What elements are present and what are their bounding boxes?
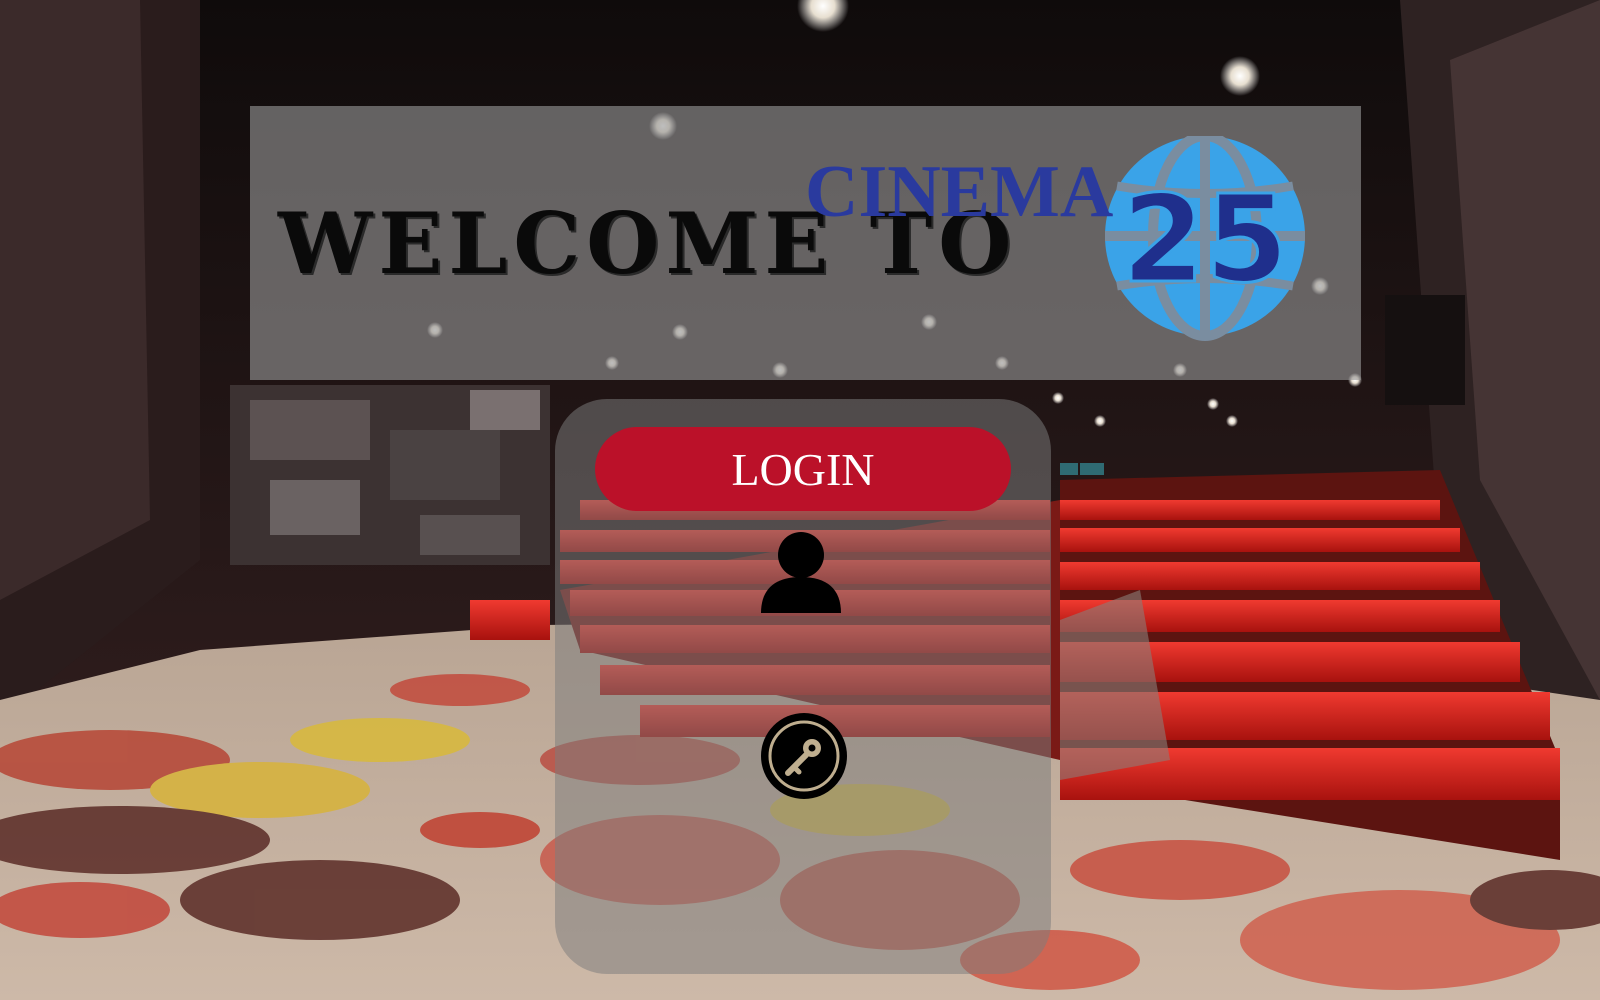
key-icon: [761, 713, 847, 799]
logo-word: CINEMA: [805, 151, 1113, 233]
login-panel: LOGIN: [555, 399, 1051, 974]
login-screen: WELCOME TO 25 CINEMA LOGIN: [0, 0, 1600, 1000]
login-button[interactable]: LOGIN: [595, 427, 1011, 511]
password-key-button[interactable]: [760, 712, 848, 800]
cinema-25-logo: 25 CINEMA: [805, 136, 1305, 341]
welcome-banner: WELCOME TO 25 CINEMA: [250, 106, 1361, 380]
user-icon[interactable]: [761, 531, 841, 613]
logo-number: 25: [1122, 171, 1289, 310]
